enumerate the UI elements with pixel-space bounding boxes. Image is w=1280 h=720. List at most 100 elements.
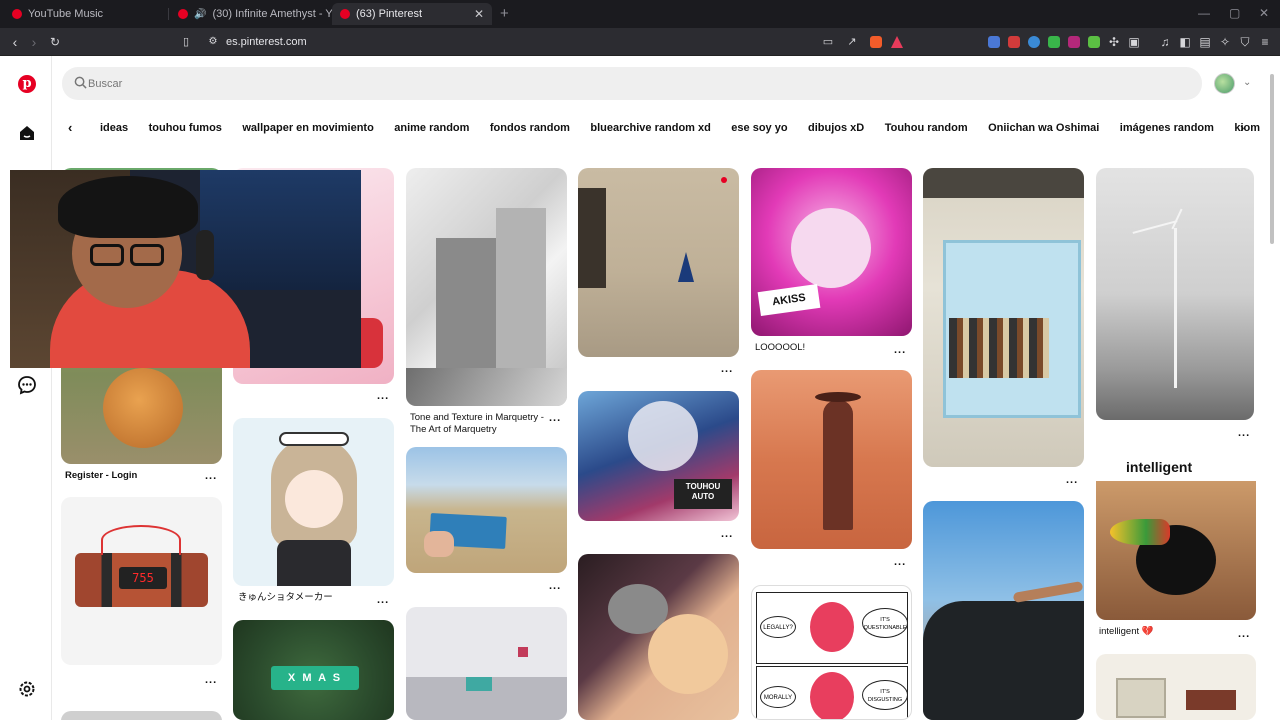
pin-pink-anime[interactable]: AKISS bbox=[751, 168, 912, 336]
hand-image bbox=[424, 531, 454, 557]
pin-intelligent-toucan[interactable]: intelligent bbox=[1096, 455, 1256, 620]
pin-touhou-gta[interactable]: TOUHOU AUTO bbox=[578, 391, 739, 521]
pin-title[interactable]: intelligent 💔 bbox=[1099, 626, 1154, 638]
close-tab-icon[interactable]: ✕ bbox=[474, 7, 484, 21]
more-options-icon[interactable]: ... bbox=[549, 412, 561, 424]
topic-chip[interactable]: kiomari draw bbox=[1234, 112, 1260, 144]
page-scrollbar[interactable] bbox=[1268, 56, 1276, 720]
extension-lime-icon[interactable] bbox=[1088, 36, 1100, 48]
topic-chip[interactable]: bluearchive random xd bbox=[590, 112, 710, 144]
chair-shape bbox=[578, 188, 606, 288]
chevron-right-icon[interactable]: › bbox=[1240, 120, 1244, 135]
extension-translate-icon[interactable] bbox=[988, 36, 1000, 48]
pin-comic[interactable]: LEGALLY? IT'S QUESTIONABLE MORALLY IT'S … bbox=[751, 585, 912, 720]
pin-marquetry-sketch[interactable] bbox=[406, 168, 567, 406]
more-options-icon[interactable]: ... bbox=[721, 363, 733, 375]
minimize-icon[interactable]: — bbox=[1198, 6, 1210, 20]
scrollbar-thumb[interactable] bbox=[1270, 74, 1274, 244]
pinterest-icon bbox=[340, 9, 350, 19]
topic-chip[interactable]: imágenes random bbox=[1120, 112, 1214, 144]
pin-car-window[interactable] bbox=[923, 501, 1084, 720]
topic-chip[interactable]: ideas bbox=[100, 112, 128, 144]
kiss-text: AKISS bbox=[757, 283, 821, 317]
topic-chip[interactable]: ese soy yo bbox=[731, 112, 787, 144]
topic-chip[interactable]: wallpaper en movimiento bbox=[242, 112, 373, 144]
leo-ai-icon[interactable]: ✧ bbox=[1216, 33, 1234, 51]
tab-pinterest[interactable]: (63) Pinterest ✕ bbox=[332, 3, 492, 25]
forward-icon[interactable]: › bbox=[25, 33, 43, 51]
speech-bubble: IT'S QUESTIONABLE bbox=[862, 608, 908, 638]
brave-shield-icon[interactable] bbox=[870, 36, 882, 48]
extensions-icon[interactable]: ✣ bbox=[1105, 33, 1123, 51]
more-options-icon[interactable]: ... bbox=[205, 470, 217, 482]
pin-wind-turbine[interactable] bbox=[1096, 168, 1254, 420]
topic-chip[interactable]: dibujos xD bbox=[808, 112, 864, 144]
wallet-icon[interactable]: ▤ bbox=[1196, 33, 1214, 51]
sidebar-toggle-icon[interactable]: ◧ bbox=[1176, 33, 1194, 51]
bookmark-icon[interactable]: ▯ bbox=[177, 33, 195, 51]
settings-gear-icon[interactable] bbox=[17, 679, 37, 699]
extension-red-icon[interactable] bbox=[1008, 36, 1020, 48]
pin-title[interactable]: LOOOOOL! bbox=[755, 342, 805, 354]
extension-purple-icon[interactable] bbox=[1068, 36, 1080, 48]
topic-chip[interactable]: Touhou random bbox=[885, 112, 968, 144]
home-icon[interactable] bbox=[17, 123, 37, 143]
more-options-icon[interactable]: ... bbox=[894, 556, 906, 568]
pin-tiny-xmas-tree[interactable] bbox=[578, 168, 739, 357]
topic-chip[interactable]: anime random bbox=[394, 112, 469, 144]
topic-chip[interactable]: fondos random bbox=[490, 112, 570, 144]
pin-title[interactable]: Register - Login bbox=[65, 470, 137, 482]
topic-chip[interactable]: touhou fumos bbox=[149, 112, 222, 144]
brave-rewards-icon[interactable] bbox=[891, 36, 903, 48]
address-bar[interactable]: es.pinterest.com bbox=[226, 36, 307, 48]
close-window-icon[interactable]: ✕ bbox=[1259, 6, 1269, 20]
chevron-down-icon[interactable]: ⌄ bbox=[1243, 77, 1251, 88]
avatar[interactable] bbox=[1214, 73, 1235, 94]
more-options-icon[interactable]: ... bbox=[205, 674, 217, 686]
maximize-icon[interactable]: ▢ bbox=[1229, 6, 1240, 20]
comic-character bbox=[810, 672, 854, 719]
reload-icon[interactable]: ↻ bbox=[46, 33, 64, 51]
search-bar bbox=[62, 67, 1202, 100]
more-options-icon[interactable]: ... bbox=[721, 528, 733, 540]
topic-chip[interactable]: Oniichan wa Oshimai bbox=[988, 112, 1099, 144]
pinterest-page: p ⌄ ‹ ideas touhou fumos wallpaper en mo… bbox=[0, 56, 1280, 720]
extension-green-icon[interactable] bbox=[1048, 36, 1060, 48]
browser-tab-bar: YouTube Music 🔊 (30) Infinite Amethyst -… bbox=[0, 0, 1280, 28]
more-options-icon[interactable]: ... bbox=[1238, 628, 1250, 640]
pin-cowboy-art[interactable] bbox=[751, 370, 912, 549]
more-options-icon[interactable]: ... bbox=[1066, 474, 1078, 486]
more-options-icon[interactable]: ... bbox=[894, 344, 906, 356]
share-icon[interactable]: ↗ bbox=[843, 33, 861, 51]
pin-title[interactable]: Tone and Texture in Marquetry - The Art … bbox=[410, 412, 550, 436]
menu-icon[interactable]: ≡ bbox=[1256, 33, 1274, 51]
more-options-icon[interactable]: ... bbox=[1238, 427, 1250, 439]
tab-youtube-music[interactable]: YouTube Music bbox=[4, 3, 170, 25]
pin-maid-anime[interactable] bbox=[233, 418, 394, 586]
search-input[interactable] bbox=[88, 67, 1188, 100]
chevron-left-icon[interactable]: ‹ bbox=[68, 120, 72, 135]
pin-pc-case-bookshelf[interactable] bbox=[923, 168, 1084, 467]
pinterest-logo-icon[interactable]: p bbox=[18, 75, 36, 93]
more-options-icon[interactable]: ... bbox=[377, 390, 389, 402]
pin-bomb-clock[interactable]: 755 bbox=[61, 497, 222, 665]
pin-retro-computer[interactable] bbox=[1096, 654, 1256, 720]
cast-icon[interactable]: ▭ bbox=[819, 33, 837, 51]
extension-audio-icon[interactable] bbox=[1028, 36, 1040, 48]
pin-room[interactable] bbox=[406, 607, 567, 720]
media-icon[interactable]: ♫ bbox=[1156, 33, 1174, 51]
pin-banknote[interactable] bbox=[406, 447, 567, 573]
back-icon[interactable]: ‹ bbox=[6, 33, 24, 51]
pin-rat-and-kitten[interactable] bbox=[578, 554, 739, 720]
more-options-icon[interactable]: ... bbox=[549, 580, 561, 592]
pin-partial[interactable] bbox=[61, 711, 222, 720]
more-options-icon[interactable]: ... bbox=[377, 594, 389, 606]
new-tab-button[interactable]: + bbox=[500, 5, 509, 22]
screenshot-icon[interactable]: ▣ bbox=[1125, 33, 1143, 51]
site-settings-icon[interactable]: ⚙ bbox=[204, 33, 222, 51]
pin-title[interactable]: きゅんショタメーカー bbox=[238, 592, 333, 604]
pin-xmas-ornament[interactable]: X M A S bbox=[233, 620, 394, 720]
messages-icon[interactable] bbox=[17, 375, 37, 395]
tab-youtube[interactable]: 🔊 (30) Infinite Amethyst - YouTube bbox=[170, 3, 369, 25]
vpn-icon[interactable]: ⛉ bbox=[1236, 33, 1254, 51]
